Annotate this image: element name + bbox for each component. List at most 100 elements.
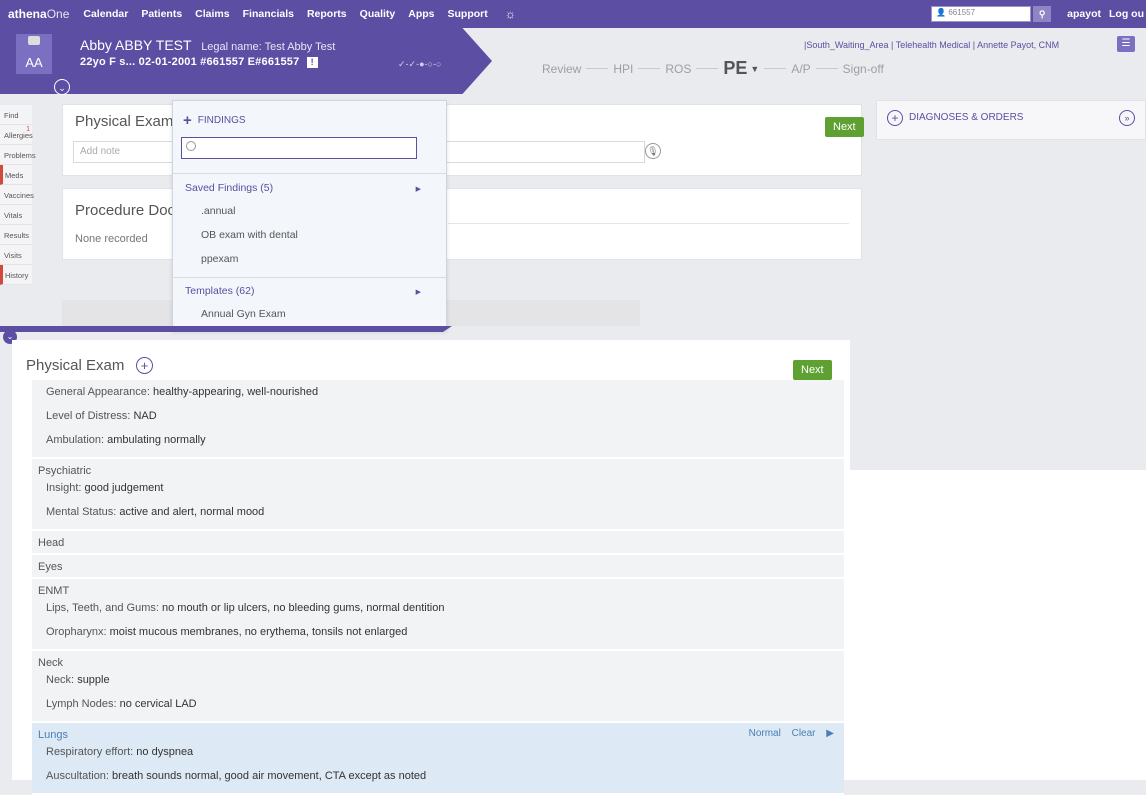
microphone-icon[interactable]: 🎙	[645, 143, 661, 159]
patient-info: 22yo F s... 02-01-2001 #661557 E#661557 …	[80, 56, 318, 68]
templates-header[interactable]: Templates (62) ▶	[185, 285, 435, 297]
none-recorded-text: None recorded	[75, 233, 148, 245]
chevron-down-icon[interactable]: ⌄	[54, 79, 70, 95]
diagnoses-orders-label[interactable]: DIAGNOSES & ORDERS	[909, 112, 1023, 123]
gear-icon[interactable]: ☼	[505, 7, 516, 21]
exam-group-enmt[interactable]: ENMT Lips, Teeth, and Gums: no mouth or …	[32, 579, 844, 651]
patient-name: Abby ABBY TEST Legal name: Test Abby Tes…	[80, 37, 336, 53]
finding-row[interactable]: Lips, Teeth, and Gums: no mouth or lip u…	[32, 597, 844, 621]
section-title: Physical Exam	[75, 113, 174, 130]
finding-row[interactable]: Ambulation: ambulating normally	[32, 429, 844, 453]
step-hpi[interactable]: HPI	[613, 62, 633, 76]
divider	[173, 173, 446, 174]
encounter-progress: ✓-✓-●-○-○	[398, 59, 442, 69]
sidebar-item-allergies[interactable]: Allergies 1	[0, 125, 33, 145]
finding-row[interactable]: Mental Status: active and alert, normal …	[32, 501, 844, 525]
exam-group-psychiatric[interactable]: Psychiatric Insight: good judgement Ment…	[32, 459, 844, 531]
sidebar: Find Allergies 1 Problems Meds Vaccines …	[0, 105, 36, 285]
patient-search-input[interactable]: 👤 661557	[931, 6, 1032, 22]
banner-edge	[0, 326, 452, 332]
clear-link[interactable]: Clear	[792, 728, 816, 739]
diagnoses-orders-panel[interactable]: + DIAGNOSES & ORDERS »	[876, 100, 1146, 140]
group-title[interactable]: Head	[32, 532, 844, 549]
exam-findings-list: General Appearance: healthy-appearing, w…	[32, 380, 844, 795]
nav-patients[interactable]: Patients	[141, 8, 182, 20]
saved-findings-header[interactable]: Saved Findings (5) ▶	[185, 182, 435, 194]
group-actions: Normal Clear ▶	[741, 728, 834, 739]
sidebar-item-find[interactable]: Find	[0, 105, 32, 125]
saved-finding-item[interactable]: OB exam with dental	[201, 229, 298, 241]
sidebar-item-vaccines[interactable]: Vaccines	[0, 185, 34, 205]
add-icon[interactable]: +	[887, 110, 903, 126]
finding-row[interactable]: Oropharynx: moist mucous membranes, no e…	[32, 621, 844, 645]
findings-dropdown: + FINDINGS Saved Findings (5) ▶ .annual O…	[172, 100, 447, 330]
finding-row[interactable]: Level of Distress: NAD	[32, 405, 844, 429]
search-icon[interactable]: ⚲	[1033, 6, 1052, 22]
nav-calendar[interactable]: Calendar	[83, 8, 128, 20]
nav-right: 👤 661557 ⚲ apayot Log ou	[931, 0, 1146, 28]
template-item[interactable]: Annual Gyn Exam	[201, 308, 286, 320]
sidebar-item-meds[interactable]: Meds	[0, 165, 32, 185]
sidebar-item-visits[interactable]: Visits	[0, 245, 32, 265]
finding-row[interactable]: Neck: supple	[32, 669, 844, 693]
step-review[interactable]: Review	[542, 62, 581, 76]
step-ros[interactable]: ROS	[665, 62, 691, 76]
group-title[interactable]: Neck	[32, 652, 844, 669]
group-title[interactable]: Psychiatric	[32, 460, 844, 477]
athena-logo[interactable]: athenaOne	[0, 7, 69, 21]
exam-group-eyes[interactable]: Eyes	[32, 555, 844, 579]
next-button[interactable]: Next	[793, 360, 832, 380]
nav-apps[interactable]: Apps	[408, 8, 434, 20]
divider	[448, 223, 849, 224]
nav-financials[interactable]: Financials	[243, 8, 294, 20]
exam-group-lungs[interactable]: Lungs Normal Clear ▶ Respiratory effort:…	[32, 723, 844, 795]
alert-flag-icon[interactable]: !	[306, 57, 318, 68]
group-title[interactable]: ENMT	[32, 580, 844, 597]
saved-finding-item[interactable]: ppexam	[201, 253, 238, 265]
nav-reports[interactable]: Reports	[307, 8, 347, 20]
caret-right-icon[interactable]: ▶	[826, 728, 834, 739]
step-ap[interactable]: A/P	[791, 62, 810, 76]
add-circle-icon[interactable]: +	[136, 357, 153, 374]
menu-icon[interactable]: ☰	[1117, 36, 1135, 52]
caret-right-icon: ▶	[415, 289, 421, 296]
normal-link[interactable]: Normal	[749, 728, 781, 739]
camera-icon[interactable]	[28, 36, 40, 45]
exam-group-head[interactable]: Head	[32, 531, 844, 555]
nav-quality[interactable]: Quality	[360, 8, 396, 20]
group-title[interactable]: Eyes	[32, 556, 844, 573]
step-divider	[764, 68, 787, 69]
sidebar-item-history[interactable]: History	[0, 265, 32, 285]
sidebar-item-vitals[interactable]: Vitals	[0, 205, 32, 225]
finding-row[interactable]: Respiratory effort: no dyspnea	[32, 741, 844, 765]
exam-group[interactable]: General Appearance: healthy-appearing, w…	[32, 380, 844, 459]
nav-claims[interactable]: Claims	[195, 8, 229, 20]
findings-search-input[interactable]	[181, 137, 417, 159]
expand-right-icon[interactable]: »	[1119, 110, 1135, 126]
section-title: Procedure Doc	[75, 202, 176, 219]
logout-link[interactable]: Log ou	[1109, 8, 1144, 20]
finding-row[interactable]: Insight: good judgement	[32, 477, 844, 501]
caret-right-icon: ▶	[415, 186, 421, 193]
provider-line[interactable]: |South_Waiting_Area | Telehealth Medical…	[804, 40, 1059, 50]
physical-exam-panel: Physical Exam + Next General Appearance:…	[12, 340, 850, 795]
caret-down-icon[interactable]: ▼	[750, 64, 759, 74]
exam-group-neck[interactable]: Neck Neck: supple Lymph Nodes: no cervic…	[32, 651, 844, 723]
step-signoff[interactable]: Sign-off	[843, 62, 884, 76]
user-name[interactable]: apayot	[1067, 8, 1101, 20]
sidebar-item-results[interactable]: Results	[0, 225, 32, 245]
finding-row[interactable]: Lymph Nodes: no cervical LAD	[32, 693, 844, 717]
avatar[interactable]: AA	[16, 34, 52, 74]
finding-row[interactable]: Auscultation: breath sounds normal, good…	[32, 765, 844, 789]
next-button[interactable]: Next	[825, 117, 864, 137]
nav-support[interactable]: Support	[448, 8, 488, 20]
patient-banner: AA Abby ABBY TEST Legal name: Test Abby …	[0, 28, 492, 94]
group-title[interactable]: Lungs	[32, 724, 844, 741]
step-pe[interactable]: PE	[723, 58, 747, 79]
finding-row[interactable]: General Appearance: healthy-appearing, w…	[32, 381, 844, 405]
findings-header[interactable]: + FINDINGS	[183, 112, 246, 129]
section-title: Physical Exam	[26, 357, 125, 374]
background-area	[850, 470, 1146, 780]
sidebar-item-problems[interactable]: Problems	[0, 145, 36, 165]
saved-finding-item[interactable]: .annual	[201, 205, 235, 217]
